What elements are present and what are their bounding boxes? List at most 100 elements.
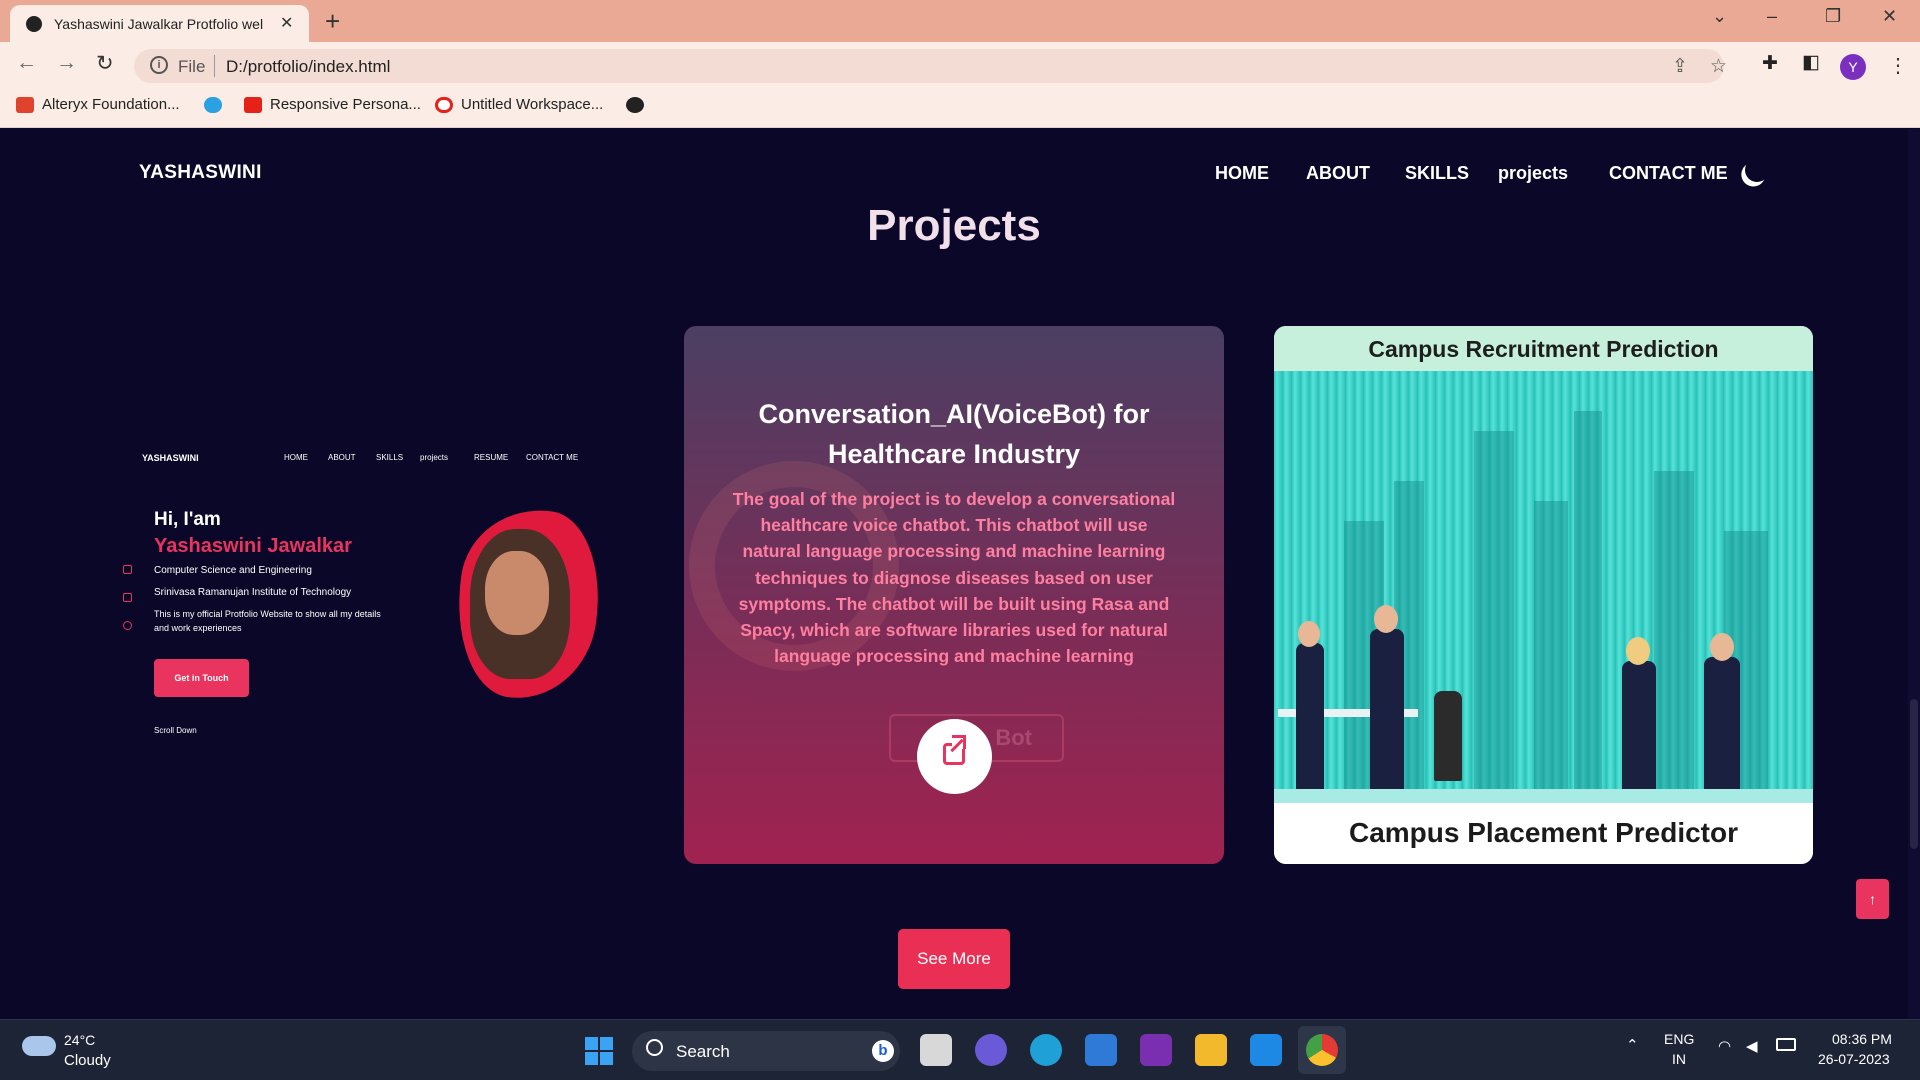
windows-start-icon[interactable] [585, 1037, 613, 1065]
clock-date[interactable]: 26-07-2023 [1818, 1051, 1890, 1067]
thumb-line-4: and work experiences [154, 623, 242, 633]
edge-icon[interactable] [1030, 1034, 1062, 1066]
profile-avatar[interactable]: Y [1840, 54, 1866, 80]
bookmark-star-icon[interactable]: ☆ [1710, 55, 1727, 78]
address-bar[interactable]: i File D:/protfolio/index.html ⇪ ☆ [134, 49, 1727, 83]
start-tile [600, 1037, 613, 1050]
bookmark-label: Alteryx Foundation... [42, 96, 180, 113]
check-icon [16, 97, 34, 114]
bing-icon[interactable]: b [872, 1040, 894, 1062]
thumb-line-2: Srinivasa Ramanujan Institute of Technol… [154, 587, 352, 598]
site-info-icon[interactable]: i [150, 56, 168, 74]
thumb-line-3: This is my official Protfolio Website to… [154, 609, 381, 619]
side-panel-icon[interactable]: ◧ [1802, 51, 1820, 74]
project-link-button[interactable] [917, 719, 992, 794]
placement-caption: Campus Placement Predictor [1348, 817, 1739, 848]
start-tile [585, 1052, 598, 1065]
person-head [1626, 637, 1650, 665]
volume-icon[interactable]: ◀ [1746, 1037, 1758, 1055]
share-icon[interactable]: ⇪ [1672, 55, 1688, 78]
back-button[interactable]: ← [16, 51, 37, 75]
search-label: Search [676, 1042, 730, 1061]
language-region[interactable]: IN [1672, 1051, 1686, 1067]
chrome-icon[interactable] [1306, 1034, 1338, 1066]
task-view-icon[interactable] [920, 1034, 952, 1066]
teams-chat-icon[interactable] [975, 1034, 1007, 1066]
wifi-icon[interactable]: ◠ [1718, 1037, 1731, 1055]
placement-illustration [1274, 371, 1813, 803]
project-card-placement[interactable]: Campus Recruitment Prediction Campus Pla… [1274, 326, 1813, 864]
extensions-icon[interactable]: ✚ [1762, 52, 1778, 75]
mail-icon[interactable] [1085, 1034, 1117, 1066]
arrow-up-icon: ↑ [1869, 891, 1876, 907]
nav-projects[interactable]: projects [1498, 163, 1568, 184]
scrollbar-thumb[interactable] [1910, 699, 1918, 849]
thumb-nav-home: HOME [284, 453, 308, 462]
taskbar-search[interactable]: Search b [632, 1031, 900, 1071]
browser-tab[interactable]: Yashaswini Jawalkar Protfolio wel ✕ [10, 5, 309, 42]
start-tile [585, 1037, 598, 1050]
scheme-label: File [178, 57, 206, 76]
nav-about[interactable]: ABOUT [1306, 163, 1370, 184]
bookmark-label: Responsive Persona... [270, 96, 421, 113]
language-code[interactable]: ENG [1664, 1031, 1694, 1047]
weather-temperature[interactable]: 24°C [64, 1032, 95, 1048]
tab-strip: Yashaswini Jawalkar Protfolio wel ✕ + ⌄ … [0, 0, 1920, 42]
person-candidate-man [1704, 657, 1740, 791]
city-building [1574, 411, 1602, 791]
project-card-voicebot[interactable]: Conversation_AI(VoiceBot) for Healthcare… [684, 326, 1224, 864]
file-explorer-icon[interactable] [1195, 1034, 1227, 1066]
nav-contact[interactable]: CONTACT ME [1609, 163, 1728, 184]
tab-search-chevron-icon[interactable]: ⌄ [1712, 6, 1727, 27]
person-head [1710, 633, 1734, 661]
reload-button[interactable]: ↻ [96, 51, 114, 76]
project-description: The goal of the project is to develop a … [732, 489, 1176, 667]
cloud-weather-icon[interactable] [22, 1036, 56, 1056]
start-tile [600, 1052, 613, 1065]
close-tab-icon[interactable]: ✕ [280, 13, 293, 33]
nav-home[interactable]: HOME [1215, 163, 1269, 184]
portfolio-thumbnail[interactable]: YASHASWINI HOME ABOUT SKILLS projects RE… [120, 429, 620, 889]
city-building [1534, 501, 1568, 791]
new-tab-button[interactable]: + [325, 6, 340, 37]
site-brand[interactable]: YASHASWINI [139, 162, 262, 184]
bookmark-alteryx[interactable]: Alteryx Foundation... [16, 96, 180, 118]
close-window-button[interactable]: ✕ [1882, 6, 1897, 27]
project-title: Conversation_AI(VoiceBot) for Healthcare… [758, 399, 1150, 469]
bookmark-workspace[interactable]: Untitled Workspace... [435, 96, 603, 118]
thumb-line-1: Computer Science and Engineering [154, 565, 312, 576]
bookmark-youtube[interactable]: Responsive Persona... [244, 96, 421, 118]
person-head [1298, 621, 1320, 647]
page-scrollbar[interactable] [1908, 129, 1920, 1019]
profile-photo-face [485, 551, 549, 635]
nav-skills[interactable]: SKILLS [1405, 163, 1469, 184]
youtube-icon [244, 97, 262, 114]
dark-mode-moon-icon[interactable] [1742, 155, 1773, 186]
forward-button[interactable]: → [56, 51, 77, 75]
app-l-icon[interactable] [1250, 1034, 1282, 1066]
battery-icon[interactable] [1776, 1038, 1796, 1051]
windows-taskbar: 24°C Cloudy Search b ⌃ ENG IN ◠ ◀ 08:36 … [0, 1019, 1920, 1080]
workspace-icon [435, 97, 453, 114]
bookmark-label: Untitled Workspace... [461, 96, 604, 113]
weather-description[interactable]: Cloudy [64, 1052, 111, 1069]
restore-button[interactable]: ❐ [1825, 6, 1841, 27]
floor [1274, 789, 1813, 803]
city-building [1654, 471, 1694, 791]
minimize-button[interactable]: – [1767, 6, 1777, 27]
thumb-brand: YASHASWINI [142, 453, 199, 463]
scroll-to-top-button[interactable]: ↑ [1856, 879, 1889, 919]
see-more-button[interactable]: See More [898, 929, 1010, 989]
tray-overflow-chevron-icon[interactable]: ⌃ [1626, 1036, 1639, 1054]
placement-top-title: Campus Recruitment Prediction [1368, 336, 1719, 362]
bookmark-globe[interactable] [626, 96, 652, 118]
empty-chair [1434, 691, 1462, 781]
address-url[interactable]: D:/protfolio/index.html [226, 57, 390, 77]
onenote-icon[interactable] [1140, 1034, 1172, 1066]
menu-dots-icon[interactable]: ⋮ [1888, 53, 1908, 78]
thumb-scroll-down: Scroll Down [154, 726, 197, 735]
bookmark-salesforce[interactable] [204, 96, 230, 118]
thumb-nav-projects: projects [420, 453, 449, 462]
instagram-icon [123, 621, 132, 630]
clock-time[interactable]: 08:36 PM [1832, 1031, 1892, 1047]
